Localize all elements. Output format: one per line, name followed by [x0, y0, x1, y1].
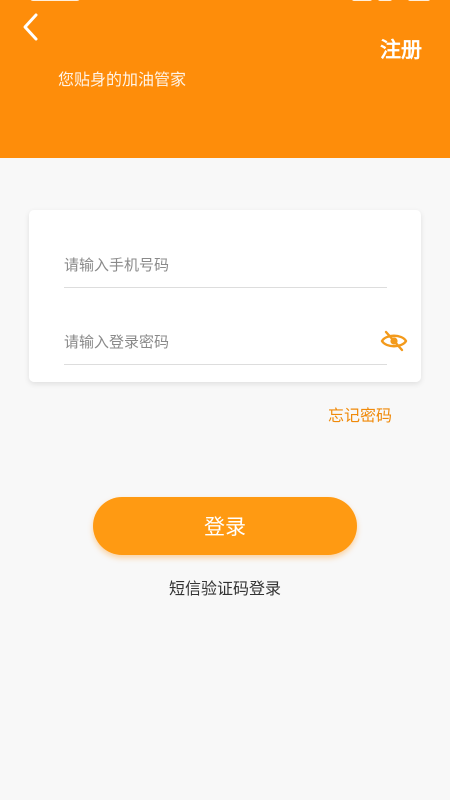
- app-header: 注册 您贴身的加油管家: [0, 0, 450, 158]
- password-input[interactable]: [64, 329, 344, 355]
- chevron-left-icon: [23, 13, 38, 41]
- password-visibility-toggle[interactable]: [379, 328, 409, 354]
- app-slogan: 您贴身的加油管家: [58, 70, 187, 89]
- status-icons: [352, 0, 430, 1]
- eye-off-icon: [380, 330, 408, 352]
- back-button[interactable]: [16, 10, 46, 44]
- phone-field: [64, 238, 387, 288]
- sms-login-link[interactable]: 短信验证码登录: [0, 575, 450, 599]
- status-time: [30, 0, 80, 1]
- phone-input[interactable]: [64, 252, 344, 278]
- login-button[interactable]: 登录: [93, 497, 357, 555]
- password-field: [64, 315, 387, 365]
- status-bar: [0, 0, 450, 5]
- forgot-password-link[interactable]: 忘记密码: [328, 402, 392, 426]
- login-card: [29, 210, 421, 382]
- register-button[interactable]: 注册: [380, 34, 422, 64]
